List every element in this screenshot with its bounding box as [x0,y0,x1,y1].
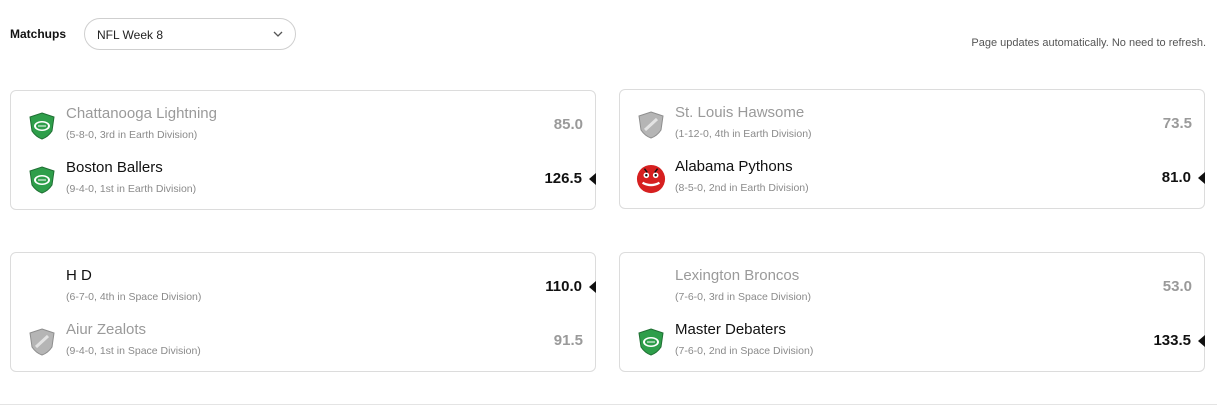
team-name[interactable]: Chattanooga Lightning [66,105,217,122]
team-score: 85.0 [553,116,583,133]
team-record: (9-4-0, 1st in Space Division) [66,345,201,357]
top-bar: Matchups NFL Week 8 Page updates automat… [0,0,1217,70]
team-score: 133.5 [1153,332,1191,349]
pythons-logo-icon [636,164,666,194]
team-record: (1-12-0, 4th in Earth Division) [675,128,812,140]
matchup-card[interactable]: St. Louis Hawsome (1-12-0, 4th in Earth … [619,89,1205,209]
team-score: 53.0 [1162,278,1192,295]
team-name[interactable]: Aiur Zealots [66,321,146,338]
winner-arrow-icon [589,173,596,185]
gray-shield-icon [638,111,664,139]
team-score: 81.0 [1161,169,1191,186]
bottom-divider [0,404,1217,405]
team-record: (9-4-0, 1st in Earth Division) [66,183,197,195]
matchups-label: Matchups [10,27,67,41]
team-record: (7-6-0, 3rd in Space Division) [675,291,811,303]
team-row[interactable]: Alabama Pythons (8-5-0, 2nd in Earth Div… [620,154,1204,200]
team-name[interactable]: Lexington Broncos [675,267,799,284]
gray-shield-icon [29,328,55,356]
auto-refresh-note: Page updates automatically. No need to r… [971,37,1206,49]
team-row[interactable]: H D (6-7-0, 4th in Space Division) 110.0 [11,263,595,309]
team-row[interactable]: Chattanooga Lightning (5-8-0, 3rd in Ear… [11,101,595,147]
team-record: (6-7-0, 4th in Space Division) [66,291,202,303]
team-score: 91.5 [553,332,583,349]
team-row[interactable]: St. Louis Hawsome (1-12-0, 4th in Earth … [620,100,1204,146]
football-shield-icon [29,166,55,194]
team-row[interactable]: Lexington Broncos (7-6-0, 3rd in Space D… [620,263,1204,309]
team-name[interactable]: H D [66,267,92,284]
team-score: 73.5 [1162,115,1192,132]
football-shield-icon [638,328,664,356]
team-record: (8-5-0, 2nd in Earth Division) [675,182,809,194]
team-name[interactable]: Boston Ballers [66,159,163,176]
team-record: (5-8-0, 3rd in Earth Division) [66,129,198,141]
team-row[interactable]: Aiur Zealots (9-4-0, 1st in Space Divisi… [11,317,595,363]
week-select-dropdown[interactable]: NFL Week 8 [84,18,296,50]
team-name[interactable]: Alabama Pythons [675,158,793,175]
team-name[interactable]: Master Debaters [675,321,786,338]
team-row[interactable]: Boston Ballers (9-4-0, 1st in Earth Divi… [11,155,595,201]
team-record: (7-6-0, 2nd in Space Division) [675,345,814,357]
winner-arrow-icon [1198,335,1205,347]
team-score: 110.0 [545,278,582,295]
winner-arrow-icon [589,281,596,293]
team-row[interactable]: Master Debaters (7-6-0, 2nd in Space Div… [620,317,1204,363]
winner-arrow-icon [1198,172,1205,184]
chevron-down-icon [273,31,283,37]
matchup-card[interactable]: Lexington Broncos (7-6-0, 3rd in Space D… [619,252,1205,372]
football-shield-icon [29,112,55,140]
team-name[interactable]: St. Louis Hawsome [675,104,804,121]
matchup-card[interactable]: Chattanooga Lightning (5-8-0, 3rd in Ear… [10,90,596,210]
week-select-value: NFL Week 8 [97,28,164,42]
team-score: 126.5 [544,170,582,187]
matchup-card[interactable]: H D (6-7-0, 4th in Space Division) 110.0… [10,252,596,372]
